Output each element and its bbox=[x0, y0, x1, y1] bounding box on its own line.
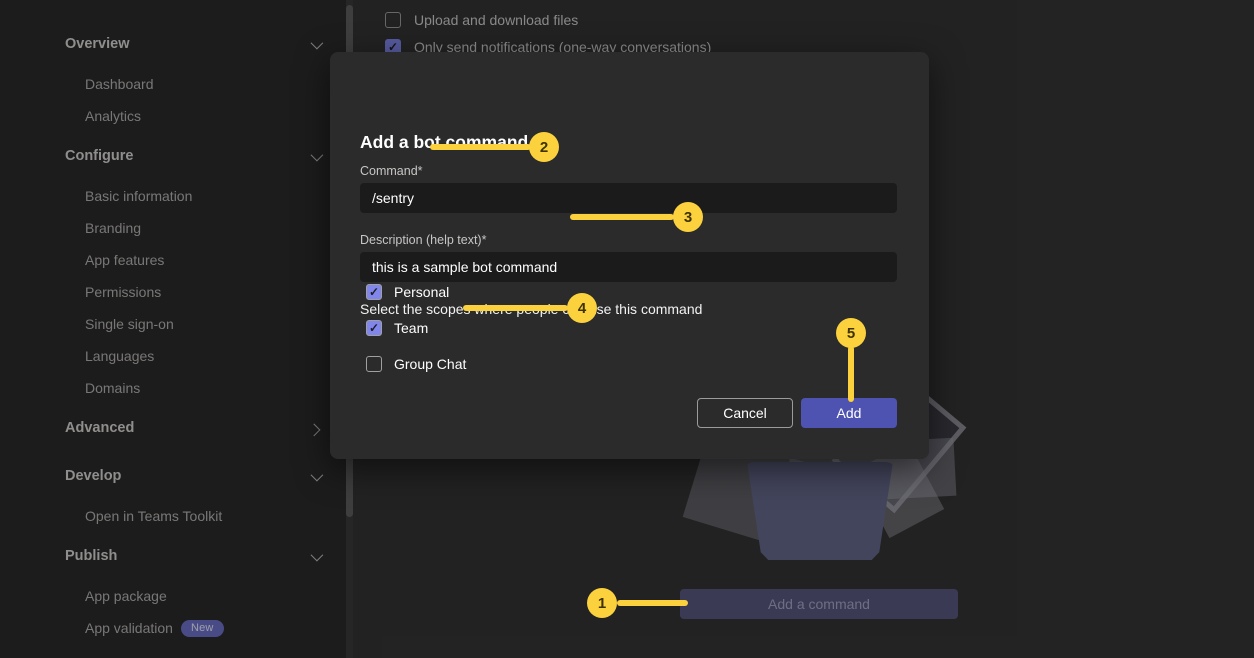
team-checkbox[interactable] bbox=[366, 320, 382, 336]
checkbox-label: Personal bbox=[394, 284, 449, 300]
scope-row-group-chat: Group Chat bbox=[366, 356, 466, 372]
checkbox-label: Group Chat bbox=[394, 356, 466, 372]
annotation-line-5 bbox=[848, 346, 854, 402]
annotation-marker-3: 3 bbox=[673, 202, 703, 232]
add-button[interactable]: Add bbox=[801, 398, 897, 428]
annotation-marker-4: 4 bbox=[567, 293, 597, 323]
scope-row-team: Team bbox=[366, 320, 428, 336]
scope-row-personal: Personal bbox=[366, 284, 449, 300]
cancel-button[interactable]: Cancel bbox=[697, 398, 793, 428]
annotation-line-3 bbox=[570, 214, 674, 220]
annotation-line-2 bbox=[430, 144, 531, 150]
annotation-marker-2: 2 bbox=[529, 132, 559, 162]
annotation-line-1 bbox=[617, 600, 688, 606]
personal-checkbox[interactable] bbox=[366, 284, 382, 300]
group-chat-checkbox[interactable] bbox=[366, 356, 382, 372]
description-field-label: Description (help text)* bbox=[360, 233, 486, 247]
annotation-line-4 bbox=[463, 305, 568, 311]
command-input[interactable] bbox=[360, 183, 897, 213]
description-input[interactable] bbox=[360, 252, 897, 282]
checkbox-label: Team bbox=[394, 320, 428, 336]
app-window: Overview Dashboard Analytics Configure B… bbox=[0, 0, 1254, 658]
annotation-marker-1: 1 bbox=[587, 588, 617, 618]
annotation-marker-5: 5 bbox=[836, 318, 866, 348]
command-field-label: Command* bbox=[360, 164, 423, 178]
add-bot-command-dialog: Add a bot command Command* Description (… bbox=[330, 52, 929, 459]
